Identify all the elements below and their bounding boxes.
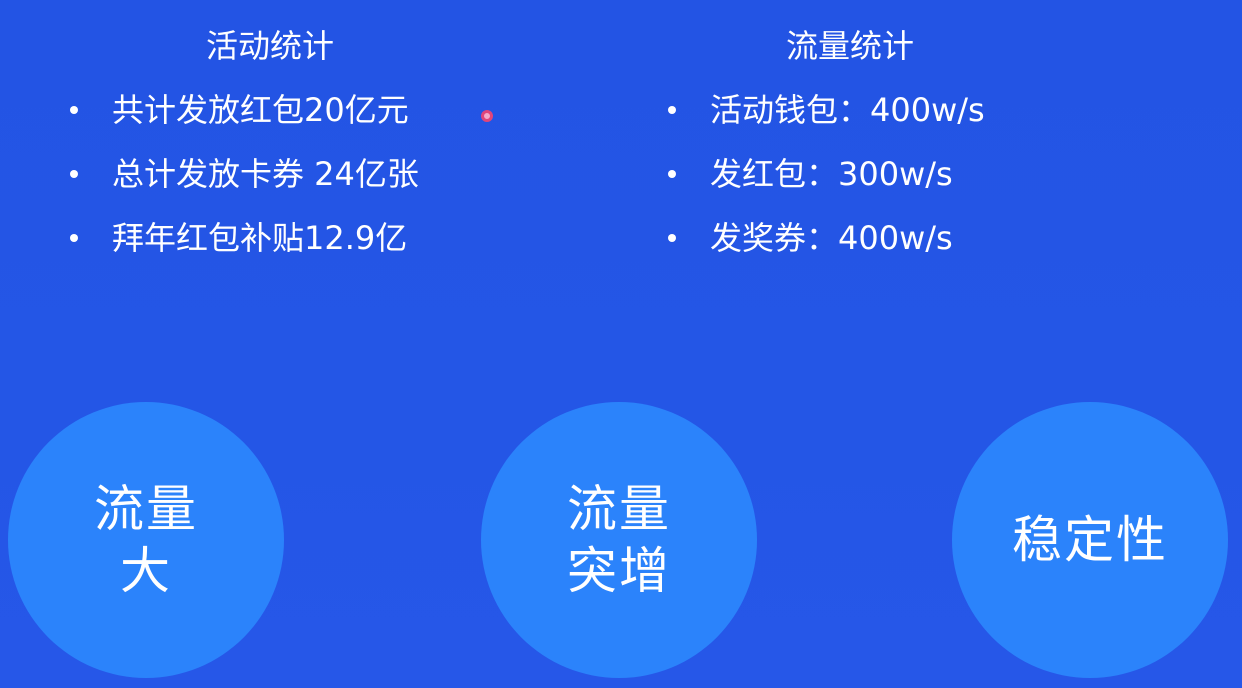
list-item-text: 发奖券：400w/s — [710, 219, 953, 257]
list-item-text: 总计发放卡券 24亿张 — [112, 155, 419, 193]
circle-label-line2: 大 — [120, 542, 172, 600]
circle-label-line2: 突增 — [567, 542, 671, 600]
bullet-icon — [668, 234, 676, 242]
list-item: 总计发放卡券 24亿张 — [68, 142, 419, 206]
traffic-large-circle: 流量 大 — [8, 402, 284, 678]
stability-circle: 稳定性 — [952, 402, 1228, 678]
list-item-text: 拜年红包补贴12.9亿 — [112, 219, 408, 257]
list-item: 拜年红包补贴12.9亿 — [68, 206, 419, 270]
bullet-icon — [668, 170, 676, 178]
slide-background: 活动统计 共计发放红包20亿元 总计发放卡券 24亿张 拜年红包补贴12.9亿 … — [0, 0, 1242, 688]
bullet-icon — [668, 106, 676, 114]
circle-label-line1: 稳定性 — [1012, 511, 1168, 569]
list-item: 发奖券：400w/s — [666, 206, 985, 270]
activity-stats-title: 活动统计 — [205, 27, 334, 65]
list-item-text: 发红包：300w/s — [710, 155, 953, 193]
list-item: 共计发放红包20亿元 — [68, 78, 419, 142]
traffic-surge-circle: 流量 突增 — [481, 402, 757, 678]
bullet-icon — [70, 170, 78, 178]
pointer-cursor-icon — [481, 110, 493, 122]
list-item: 活动钱包：400w/s — [666, 78, 985, 142]
traffic-stats-title: 流量统计 — [785, 27, 914, 65]
list-item: 发红包：300w/s — [666, 142, 985, 206]
activity-stats-list: 共计发放红包20亿元 总计发放卡券 24亿张 拜年红包补贴12.9亿 — [68, 78, 419, 270]
circle-label-line1: 流量 — [567, 480, 671, 538]
bullet-icon — [70, 234, 78, 242]
bullet-icon — [70, 106, 78, 114]
circle-label-line1: 流量 — [94, 480, 198, 538]
list-item-text: 活动钱包：400w/s — [710, 91, 985, 129]
traffic-stats-list: 活动钱包：400w/s 发红包：300w/s 发奖券：400w/s — [666, 78, 985, 270]
list-item-text: 共计发放红包20亿元 — [112, 91, 409, 129]
